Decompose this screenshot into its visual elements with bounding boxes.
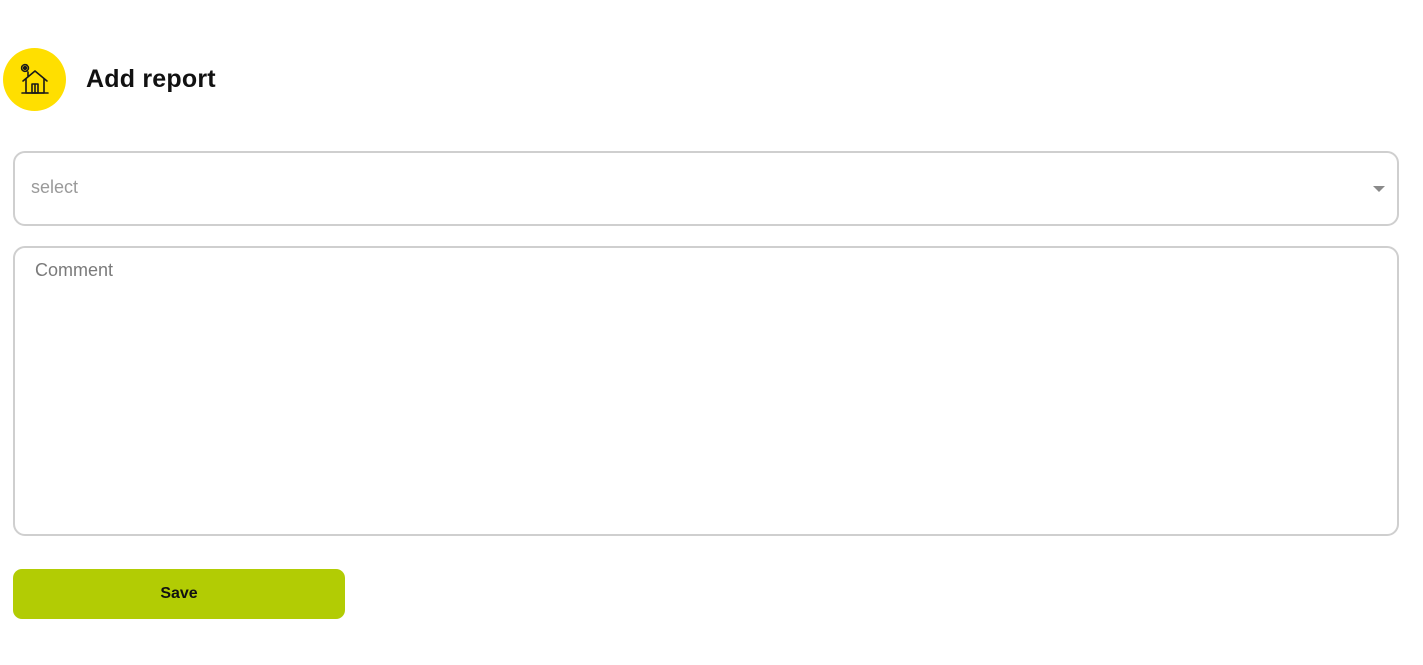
report-type-select[interactable]: select bbox=[13, 151, 1399, 226]
house-gear-icon bbox=[3, 48, 66, 111]
page-header: Add report bbox=[3, 48, 216, 111]
comment-textarea[interactable] bbox=[15, 248, 1397, 534]
caret-down-icon bbox=[1373, 186, 1385, 192]
comment-field[interactable] bbox=[13, 246, 1399, 536]
page-title: Add report bbox=[86, 65, 216, 93]
select-placeholder: select bbox=[31, 177, 79, 197]
save-button[interactable]: Save bbox=[13, 569, 345, 619]
